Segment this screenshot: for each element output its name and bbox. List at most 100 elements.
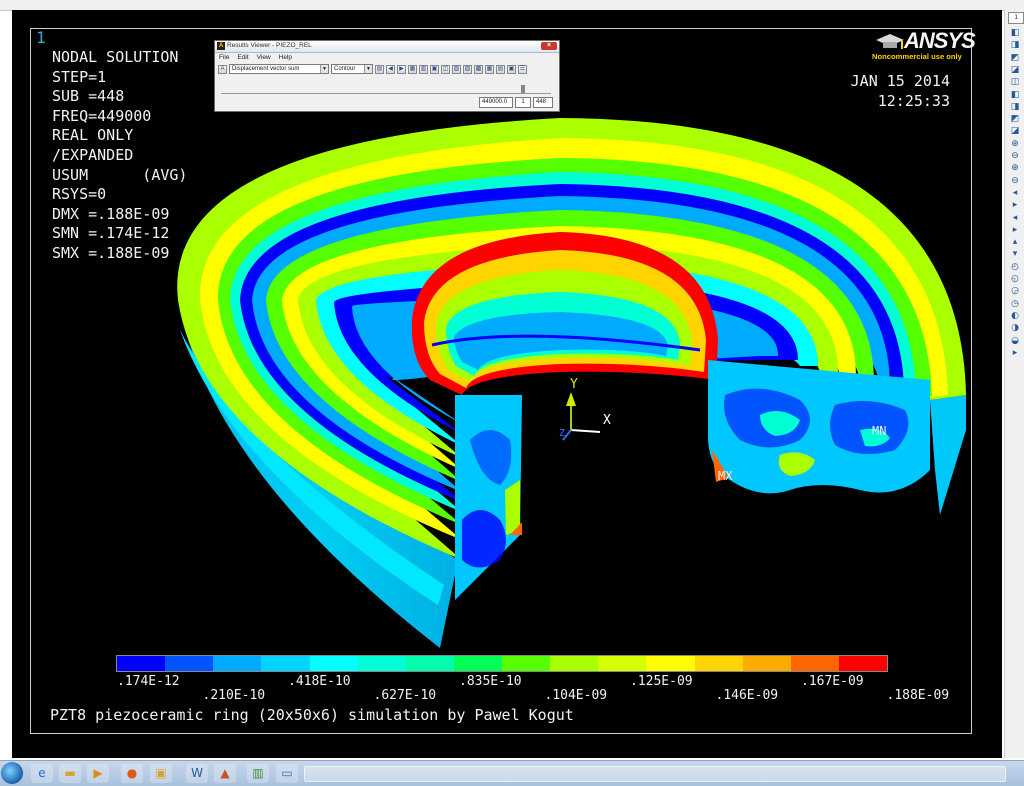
legend-swatch (550, 656, 599, 671)
view-tool-icon[interactable]: ◐ (1009, 311, 1021, 322)
view-tool-icon[interactable]: ◴ (1009, 262, 1021, 273)
view-tool-icon[interactable]: ◪ (1009, 65, 1021, 76)
query-icon[interactable]: ▥ (419, 64, 428, 74)
view-tool-icon[interactable]: ▸ (1009, 200, 1021, 211)
folder-icon[interactable]: ▬ (59, 764, 81, 783)
window-icon[interactable]: ▭ (276, 764, 298, 783)
info-line: RSYS=0 (52, 185, 107, 204)
info-line: /EXPANDED (52, 145, 134, 164)
info-line: SUB =448 (52, 87, 125, 106)
media-icon[interactable]: ▶ (87, 764, 109, 783)
view-tool-icon[interactable]: ▸ (1009, 225, 1021, 236)
info-line: NODAL SOLUTION (52, 48, 179, 66)
legend-swatch (742, 656, 791, 671)
ring-outer-side-right (930, 395, 966, 515)
legend-swatch (405, 656, 454, 671)
view-tool-icon[interactable]: ▸ (1009, 348, 1021, 359)
menu-help[interactable]: Help (279, 53, 292, 62)
view-tool-icon[interactable]: ◪ (1009, 126, 1021, 137)
view-tool-icon[interactable]: ◩ (1009, 53, 1021, 64)
view-tool-icon[interactable]: ▾ (1009, 249, 1021, 260)
step-field[interactable]: 1 (515, 97, 531, 108)
ansys-logo: ANSYS Noncommercial use only (872, 28, 976, 64)
axis-y-label: Y (570, 377, 578, 392)
explorer-icon[interactable]: ▣ (150, 764, 172, 783)
table-icon[interactable]: ▨ (463, 64, 472, 74)
print-icon[interactable]: ▤ (496, 64, 505, 74)
substep-slider[interactable] (221, 85, 551, 94)
grid-icon[interactable]: ▦ (485, 64, 494, 74)
view-tool-icon[interactable]: ⊖ (1009, 176, 1021, 187)
legend-swatch (357, 656, 406, 671)
previous-icon[interactable]: ◀ (386, 64, 395, 74)
legend-swatch (646, 656, 695, 671)
list-icon[interactable]: ▧ (452, 64, 461, 74)
legend-swatch (453, 656, 502, 671)
results-viewer-toolbar: A Displacement vector sum ▼ Contour ▼ ▤ … (215, 62, 559, 76)
view-tool-icon[interactable]: ⊕ (1009, 163, 1021, 174)
legend-swatch (598, 656, 647, 671)
results-viewer-titlebar[interactable]: A Results Viewer - PIEZO_REL × (215, 41, 559, 53)
view-tool-icon[interactable]: ◂ (1009, 213, 1021, 224)
plot-caption: PZT8 piezoceramic ring (20x50x6) simulat… (50, 706, 574, 724)
word-icon[interactable]: W (186, 764, 208, 783)
settings-icon[interactable]: ☰ (518, 64, 527, 74)
results-viewer-window[interactable]: A Results Viewer - PIEZO_REL × File Edit… (214, 40, 560, 112)
substep-field[interactable]: 448 (533, 97, 553, 108)
matlab-icon[interactable]: ▲ (214, 764, 236, 783)
info-line: SMX =.188E-09 (52, 243, 170, 262)
view-tool-icon[interactable]: ◩ (1009, 114, 1021, 125)
close-button[interactable]: × (541, 42, 557, 50)
view-tool-icon[interactable]: ◨ (1009, 102, 1021, 113)
menu-edit[interactable]: Edit (237, 53, 248, 62)
plot-style-select[interactable]: Contour ▼ (331, 64, 373, 74)
next-icon[interactable]: ▶ (397, 64, 406, 74)
plot-results-icon[interactable]: ▤ (375, 64, 384, 74)
plot-style-value: Contour (334, 66, 356, 72)
legend-swatch (694, 656, 743, 671)
view-tool-icon[interactable]: ◨ (1009, 40, 1021, 51)
legend-swatch (502, 656, 551, 671)
ansys-app-icon: A (217, 42, 225, 50)
view-tool-icon[interactable]: ◵ (1009, 274, 1021, 285)
ie-icon[interactable]: e (31, 764, 53, 783)
slider-thumb[interactable] (521, 85, 525, 93)
chart-icon[interactable]: ▥ (247, 764, 269, 783)
solution-info-block: NODAL SOLUTION STEP=1 SUB =448 FREQ=4490… (52, 48, 187, 264)
axis-z-label: Z (559, 428, 566, 439)
info-line: REAL ONLY (52, 126, 134, 145)
window-select-dropdown[interactable]: 1 (1008, 12, 1024, 24)
view-tool-icon[interactable]: ◫ (1009, 77, 1021, 88)
legend-swatch (309, 656, 358, 671)
view-tool-icon[interactable]: ◑ (1009, 323, 1021, 334)
firefox-icon[interactable]: ● (121, 764, 143, 783)
animate-icon[interactable]: ▦ (408, 64, 417, 74)
export-icon[interactable]: ▣ (507, 64, 516, 74)
view-tool-icon[interactable]: ◶ (1009, 286, 1021, 297)
start-orb[interactable] (1, 762, 23, 784)
view-tool-icon[interactable]: ◒ (1009, 336, 1021, 347)
view-tool-icon[interactable]: ◧ (1009, 28, 1021, 39)
view-tool-icon[interactable]: ◧ (1009, 90, 1021, 101)
windows-taskbar: e ▬ ▶ ● ▣ W ▲ ▥ ▭ (0, 760, 1024, 786)
frequency-field[interactable]: 449000.0 (479, 97, 513, 108)
plot-date: JAN 15 2014 (850, 72, 950, 90)
chevron-down-icon: ▼ (320, 65, 328, 73)
image-icon[interactable]: ▣ (430, 64, 439, 74)
menu-view[interactable]: View (257, 53, 271, 62)
chart-icon[interactable]: ▩ (474, 64, 483, 74)
results-viewer-menubar: File Edit View Help (215, 53, 559, 62)
capture-icon[interactable]: ◫ (441, 64, 450, 74)
view-tool-icon[interactable]: ◷ (1009, 299, 1021, 310)
result-item-select[interactable]: Displacement vector sum ▼ (229, 64, 329, 74)
legend-swatch (838, 656, 887, 671)
info-line: FREQ=449000 (52, 106, 152, 125)
view-tool-icon[interactable]: ⊖ (1009, 151, 1021, 162)
menu-file[interactable]: File (219, 53, 229, 62)
ansys-icon[interactable]: A (218, 64, 227, 74)
max-marker: MX (718, 469, 733, 483)
view-tool-icon[interactable]: ⊕ (1009, 139, 1021, 150)
view-tool-icon[interactable]: ◂ (1009, 188, 1021, 199)
view-tool-icon[interactable]: ▴ (1009, 237, 1021, 248)
info-line: USUM (AVG) (52, 165, 188, 184)
